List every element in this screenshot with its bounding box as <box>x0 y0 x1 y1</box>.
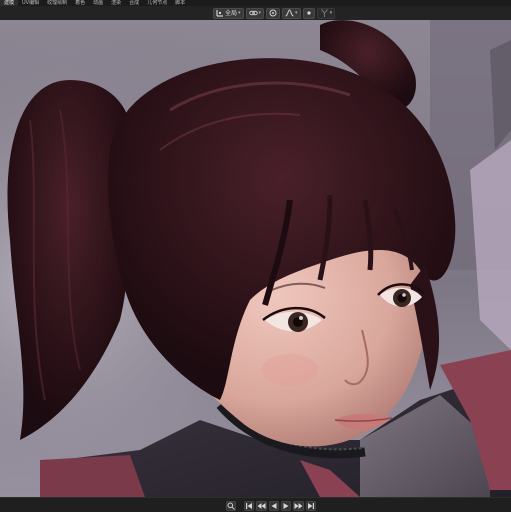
search-button[interactable] <box>226 500 236 511</box>
chevron-down-icon: ▾ <box>238 9 241 16</box>
play-icon <box>282 502 290 510</box>
search-icon <box>227 502 235 510</box>
3d-viewport[interactable] <box>0 20 511 497</box>
orientation-label: 全局 <box>225 9 238 17</box>
prev-keyframe-icon <box>257 502 266 510</box>
dot-icon <box>306 10 312 16</box>
falloff-curve-icon <box>285 9 294 17</box>
fork-icon <box>320 9 329 17</box>
chevron-down-icon: ▾ <box>329 9 333 16</box>
falloff-dropdown[interactable]: ▾ <box>282 7 301 19</box>
overlay-toggle[interactable] <box>302 7 315 19</box>
chevron-down-icon: ▾ <box>295 9 298 16</box>
jump-start-icon <box>245 502 253 510</box>
jump-to-start-button[interactable] <box>244 500 254 511</box>
proportional-edit-toggle[interactable] <box>266 7 281 19</box>
disabled-option-button[interactable]: ▾ <box>316 7 336 19</box>
play-button[interactable] <box>281 500 291 511</box>
viewport-tool-cluster: 全局 ▾ ▾ ▾ ▾ <box>213 7 336 19</box>
play-reverse-icon <box>270 502 278 510</box>
chevron-down-icon: ▾ <box>258 9 262 16</box>
jump-to-end-button[interactable] <box>306 500 316 511</box>
next-keyframe-button[interactable] <box>293 500 304 511</box>
play-reverse-button[interactable] <box>269 500 279 511</box>
jump-end-icon <box>307 502 315 510</box>
snap-link-icon <box>248 9 258 17</box>
snap-dropdown[interactable]: ▾ <box>245 7 265 19</box>
orientation-dropdown[interactable]: 全局 ▾ <box>213 7 244 19</box>
render-image <box>0 20 511 497</box>
proportional-edit-icon <box>269 9 277 17</box>
next-keyframe-icon <box>294 502 303 510</box>
timeline-playback-bar <box>0 497 511 512</box>
playback-controls <box>226 500 316 511</box>
viewport-header: 全局 ▾ ▾ ▾ ▾ <box>0 6 511 20</box>
previous-keyframe-button[interactable] <box>256 500 267 511</box>
transform-pivot-icon <box>216 9 224 17</box>
